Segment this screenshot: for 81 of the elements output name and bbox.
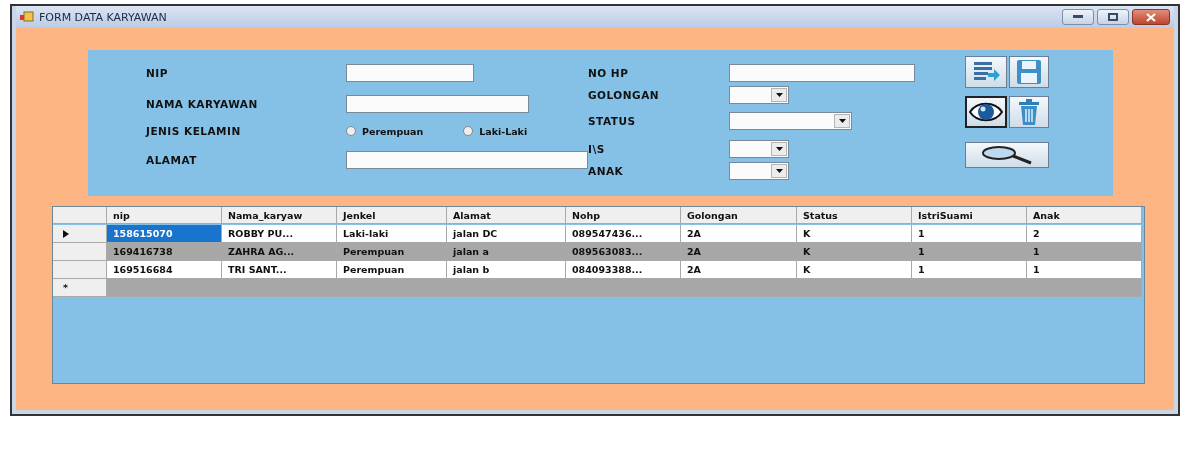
table-cell: Laki-laki — [337, 225, 447, 244]
search-button[interactable] — [965, 142, 1049, 168]
radio-button[interactable] — [346, 126, 356, 136]
dropdown-field[interactable] — [729, 86, 789, 104]
maximize-button[interactable] — [1097, 9, 1129, 25]
radio-option[interactable]: Perempuan — [346, 125, 424, 137]
text-field[interactable] — [346, 64, 474, 82]
dropdown-arrow-icon — [775, 147, 783, 151]
dropdown-arrow-icon — [775, 93, 783, 97]
column-header[interactable]: Golongan — [681, 207, 797, 225]
new-row-marker: * — [53, 279, 107, 298]
table-cell: jalan DC — [447, 225, 566, 244]
column-header[interactable]: Jenkel — [337, 207, 447, 225]
minimize-button[interactable] — [1062, 9, 1094, 25]
column-header[interactable]: Nama_karyaw — [222, 207, 337, 225]
table-cell: K — [797, 225, 912, 244]
table-cell: ROBBY PU... — [222, 225, 337, 244]
dropdown-arrow-icon — [775, 169, 783, 173]
table-cell: 089547436... — [566, 225, 681, 244]
close-icon — [1146, 12, 1156, 22]
search-icon — [981, 145, 1033, 165]
field-label: GOLONGAN — [588, 89, 661, 101]
field-label: I\S — [588, 143, 606, 155]
maximize-icon — [1108, 13, 1118, 21]
trash-can-icon — [1017, 98, 1041, 126]
column-header[interactable]: nip — [107, 207, 222, 225]
dropdown-arrow-icon — [838, 119, 846, 123]
table-cell: 2A — [681, 243, 797, 262]
table-cell: ZAHRA AG... — [222, 243, 337, 262]
column-header[interactable]: Alamat — [447, 207, 566, 225]
close-button[interactable] — [1132, 9, 1170, 25]
table-cell: 2A — [681, 261, 797, 280]
field-label: NO HP — [588, 67, 630, 79]
dropdown-field[interactable] — [729, 162, 789, 180]
table-cell: Perempuan — [337, 243, 447, 262]
text-field[interactable] — [729, 64, 915, 82]
delete-button[interactable] — [1009, 96, 1049, 128]
text-field[interactable] — [345, 151, 588, 169]
field-label: JENIS KELAMIN — [146, 125, 242, 137]
table-cell: 169516684 — [107, 261, 222, 280]
dropdown-field[interactable] — [729, 140, 789, 158]
table-cell: 2 — [1027, 225, 1142, 244]
table-cell: 1 — [912, 243, 1027, 262]
table-cell: 1 — [1027, 261, 1142, 280]
window-title: FORM DATA KARYAWAN — [39, 10, 167, 24]
table-cell: 084093388... — [566, 261, 681, 280]
table-cell: jalan b — [447, 261, 566, 280]
table-cell: K — [797, 243, 912, 262]
column-header[interactable]: Nohp — [566, 207, 681, 225]
text-field[interactable] — [346, 95, 529, 113]
table-cell: 1 — [1027, 243, 1142, 262]
table-cell: 2A — [681, 225, 797, 244]
field-label: NAMA KARYAWAN — [146, 98, 259, 110]
field-label: ALAMAT — [146, 154, 198, 166]
app-icon — [20, 11, 34, 23]
column-header[interactable]: Status — [797, 207, 912, 225]
dropdown-field[interactable] — [729, 112, 852, 130]
view-button[interactable] — [965, 96, 1007, 128]
row-header — [53, 207, 107, 225]
field-label: ANAK — [588, 165, 625, 177]
table-cell: Perempuan — [337, 261, 447, 280]
minimize-icon — [1073, 15, 1083, 19]
radio-option[interactable]: Laki-Laki — [463, 125, 528, 137]
table-cell: 169416738 — [107, 243, 222, 262]
field-label: STATUS — [588, 115, 637, 127]
column-header[interactable]: IstriSuami — [912, 207, 1027, 225]
table-cell: 158615070 — [107, 225, 222, 244]
list-arrow-icon — [972, 60, 1000, 84]
row-header[interactable] — [53, 225, 107, 244]
table-cell: TRI SANT... — [222, 261, 337, 280]
table-cell: 1 — [912, 261, 1027, 280]
table-cell: K — [797, 261, 912, 280]
table-cell: 1 — [912, 225, 1027, 244]
current-row-arrow-icon — [63, 229, 69, 238]
field-label: NIP — [146, 67, 169, 79]
table-cell: 089563083... — [566, 243, 681, 262]
radio-button[interactable] — [463, 126, 474, 136]
column-header[interactable]: Anak — [1027, 207, 1142, 225]
edit-button[interactable] — [965, 56, 1007, 88]
table-cell: jalan a — [447, 243, 566, 262]
save-button[interactable] — [1009, 56, 1049, 88]
